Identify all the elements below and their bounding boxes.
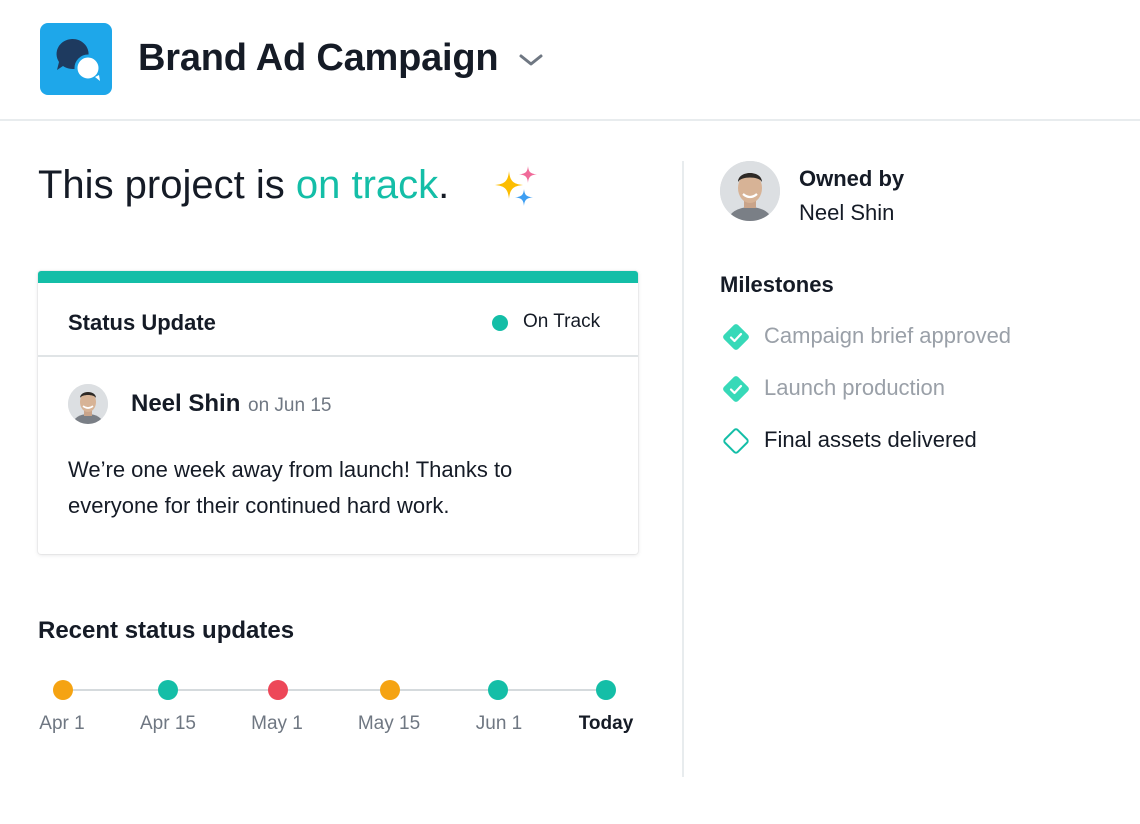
chevron-down-icon[interactable] [517, 50, 545, 70]
headline-suffix: . [438, 163, 450, 207]
milestone-label: Final assets delivered [764, 427, 977, 452]
headline-prefix: This project is [38, 163, 296, 207]
author-name[interactable]: Neel Shin [131, 390, 240, 418]
milestone-item[interactable]: Launch production [720, 373, 1120, 405]
status-color-bar [38, 271, 638, 283]
milestones-title: Milestones [720, 272, 834, 297]
timeline-dot[interactable] [596, 680, 616, 700]
milestone-label: Campaign brief approved [764, 323, 1012, 348]
status-dot-icon [492, 315, 508, 331]
post-date: on Jun 15 [248, 395, 332, 416]
timeline-label: May 1 [251, 713, 303, 734]
milestone-item[interactable]: Final assets delivered [720, 425, 1120, 457]
timeline-label: Jun 1 [475, 713, 523, 734]
timeline-label-today: Today [578, 713, 634, 734]
owner-name[interactable]: Neel Shin [799, 200, 894, 226]
timeline-line [63, 689, 606, 691]
owner-avatar[interactable] [720, 161, 780, 221]
status-update-card[interactable]: Status Update On Track Neel Shin on Jun … [38, 271, 638, 554]
milestone-label: Launch production [764, 375, 946, 400]
owned-by-label: Owned by [799, 166, 905, 191]
column-divider [682, 161, 684, 777]
timeline-dot[interactable] [380, 680, 400, 700]
sparkles-icon [493, 165, 543, 209]
timeline-dot[interactable] [268, 680, 288, 700]
timeline-dot[interactable] [158, 680, 178, 700]
status-label: On Track [523, 311, 601, 332]
headline-status: on track [295, 163, 439, 207]
avatar[interactable] [68, 384, 108, 424]
milestone-item[interactable]: Campaign brief approved [720, 321, 1120, 353]
recent-status-title: Recent status updates [38, 617, 295, 644]
page-header: Brand Ad Campaign [0, 0, 1140, 121]
completed-milestone-icon [723, 376, 749, 402]
timeline-dot[interactable] [488, 680, 508, 700]
status-card-header: Status Update On Track [38, 283, 638, 357]
status-update-body: We’re one week away from launch! Thanks … [68, 457, 513, 518]
status-timeline: Apr 1 Apr 15 May 1 May 15 Jun 1 Today [38, 674, 648, 744]
timeline-dot[interactable] [53, 680, 73, 700]
chat-bubbles-icon[interactable] [40, 23, 112, 95]
status-card-title: Status Update [68, 310, 216, 335]
timeline-label: Apr 15 [140, 713, 196, 734]
incomplete-milestone-icon [723, 428, 749, 454]
project-title[interactable]: Brand Ad Campaign [138, 37, 499, 80]
timeline-label: May 15 [357, 713, 421, 734]
project-status-headline: This project is on track. [38, 163, 449, 208]
timeline-label: Apr 1 [39, 713, 85, 734]
completed-milestone-icon [723, 324, 749, 350]
